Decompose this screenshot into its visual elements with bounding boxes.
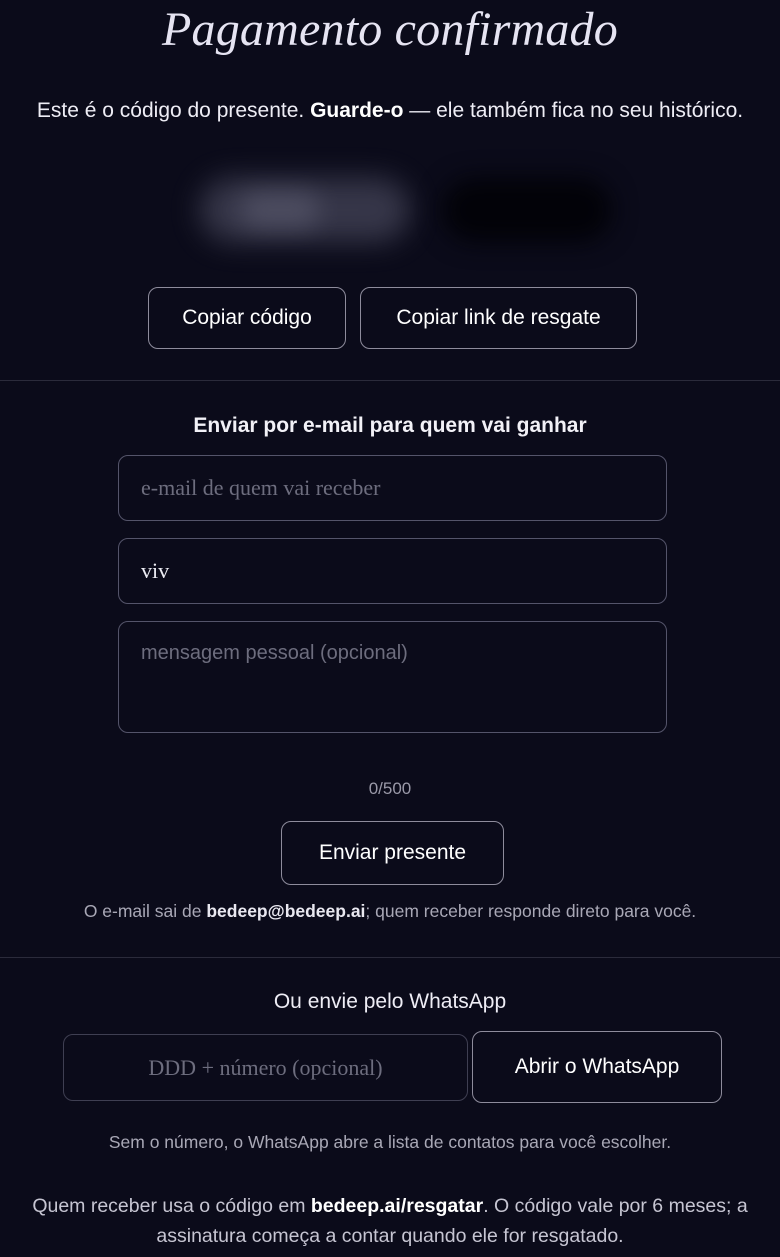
redeem-info-line1-end: . O código vale por 6 meses; a [483,1195,748,1217]
whatsapp-section-title: Ou envie pelo WhatsApp [273,990,507,1013]
whatsapp-note: Sem o número, o WhatsApp abre a lista de… [108,1132,672,1152]
redeem-info: Quem receber usa o código em bedeep.ai/r… [0,1191,780,1251]
intro-text-bold: Guarde-o [310,99,404,122]
open-whatsapp-button[interactable]: Abrir o WhatsApp [472,1031,722,1103]
gift-code-blur-part-2 [442,178,612,242]
email-note-start: O e-mail sai de [83,901,207,921]
gift-code-blurred [180,160,620,260]
divider [0,380,780,381]
send-gift-button[interactable]: Enviar presente [281,821,504,885]
intro-text: Este é o código do presente. Guarde-o — … [0,99,780,123]
copy-code-button[interactable]: Copiar código [148,287,346,349]
intro-text-start: Este é o código do presente. [36,99,311,122]
intro-text-end: — ele também fica no seu histórico. [403,99,744,122]
redeem-info-line2: assinatura começa a contar quando ele fo… [156,1225,624,1247]
divider [0,957,780,958]
gift-code-blur-highlight [240,192,320,228]
character-counter: 0/500 [368,779,412,798]
whatsapp-phone-input[interactable] [63,1034,468,1101]
copy-redeem-link-button[interactable]: Copiar link de resgate [360,287,637,349]
redeem-info-start: Quem receber usa o código em [32,1195,311,1217]
email-section-title: Enviar por e-mail para quem vai ganhar [193,414,587,437]
sender-email: bedeep@bedeep.ai [206,901,366,921]
redeem-url: bedeep.ai/resgatar [310,1195,484,1217]
page-title: Pagamento confirmado [162,3,618,56]
email-note-end: ; quem receber responde direto para você… [365,901,697,921]
recipient-email-input[interactable] [118,455,667,521]
personal-message-textarea[interactable] [118,621,667,733]
sender-name-input[interactable] [118,538,667,604]
email-sender-note: O e-mail sai de bedeep@bedeep.ai; quem r… [0,901,780,922]
